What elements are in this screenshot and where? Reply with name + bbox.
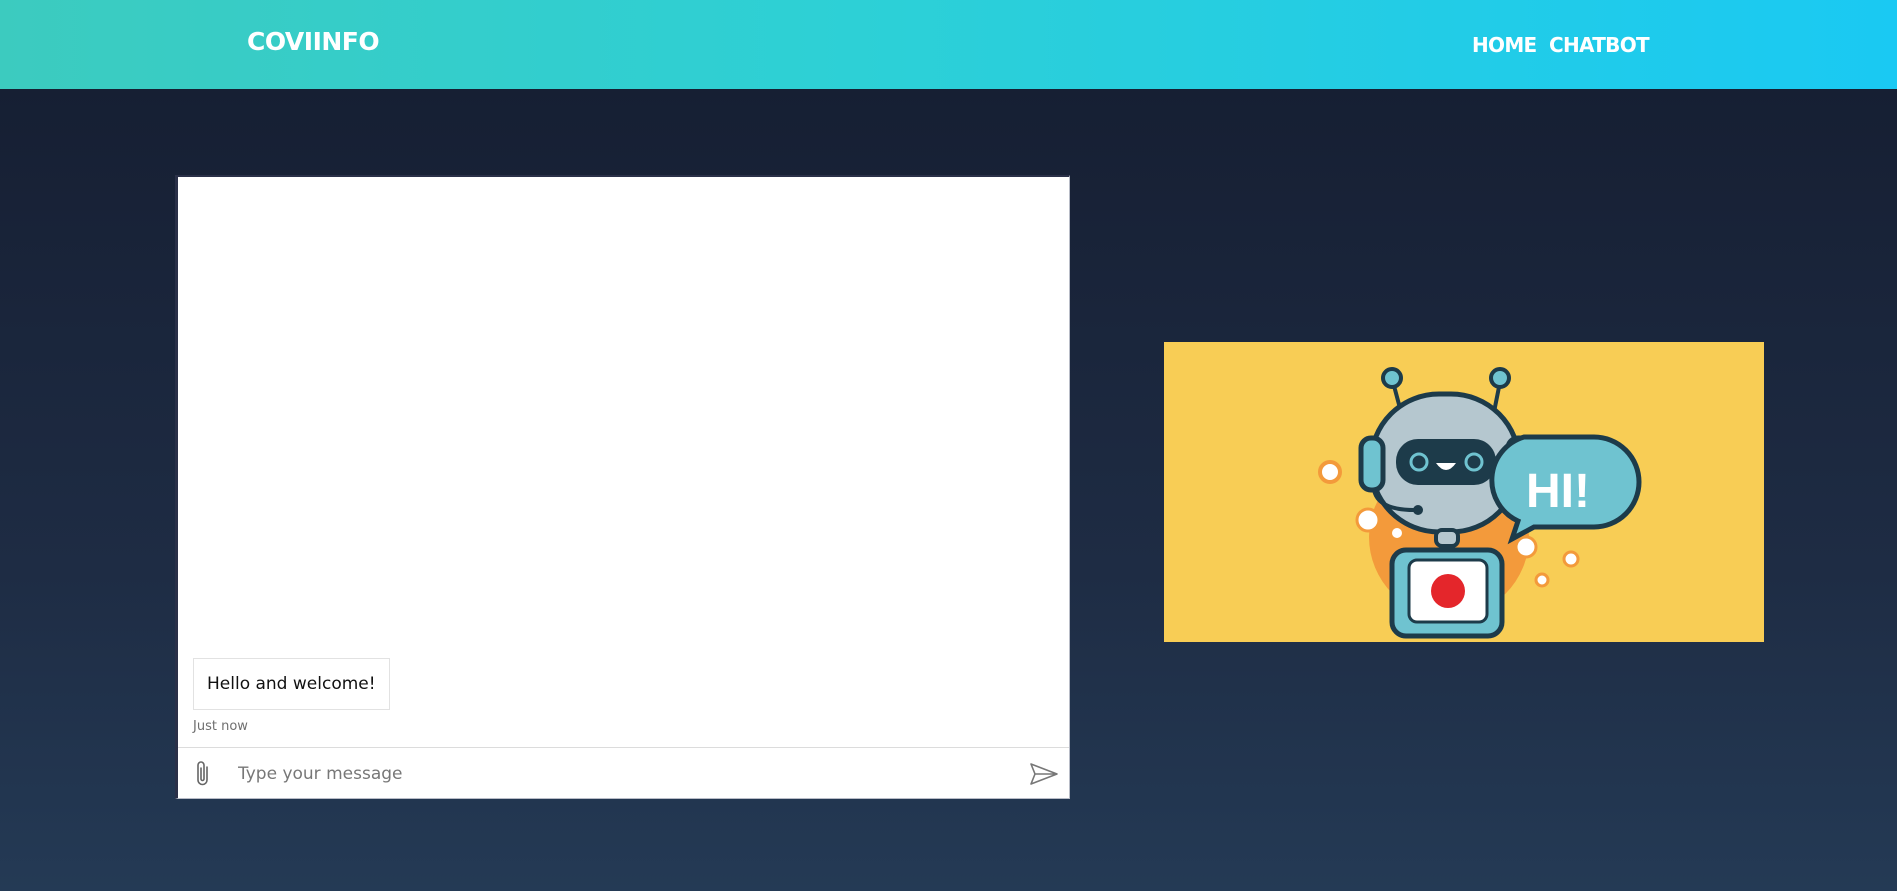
main-content: Hello and welcome! Just now Type your me…	[0, 89, 1897, 891]
nav-link-chatbot[interactable]: CHATBOT	[1549, 33, 1650, 57]
message-timestamp: Just now	[193, 719, 248, 734]
nav-link-home[interactable]: HOME	[1472, 33, 1537, 57]
chatbot-banner-image: HI!	[1164, 342, 1764, 642]
robot-illustration: HI!	[1318, 367, 1642, 639]
top-navbar: COVIINFO HOME CHATBOT	[0, 0, 1897, 89]
message-input[interactable]	[236, 757, 800, 791]
bot-message-bubble: Hello and welcome!	[193, 658, 390, 710]
banner-speech-text: HI!	[1526, 465, 1590, 518]
send-icon[interactable]	[1029, 761, 1059, 787]
chat-window: Hello and welcome! Just now	[175, 175, 1070, 799]
message-input-bar	[178, 747, 1069, 799]
paperclip-icon[interactable]	[192, 759, 214, 789]
brand-logo[interactable]: COVIINFO	[247, 27, 380, 56]
